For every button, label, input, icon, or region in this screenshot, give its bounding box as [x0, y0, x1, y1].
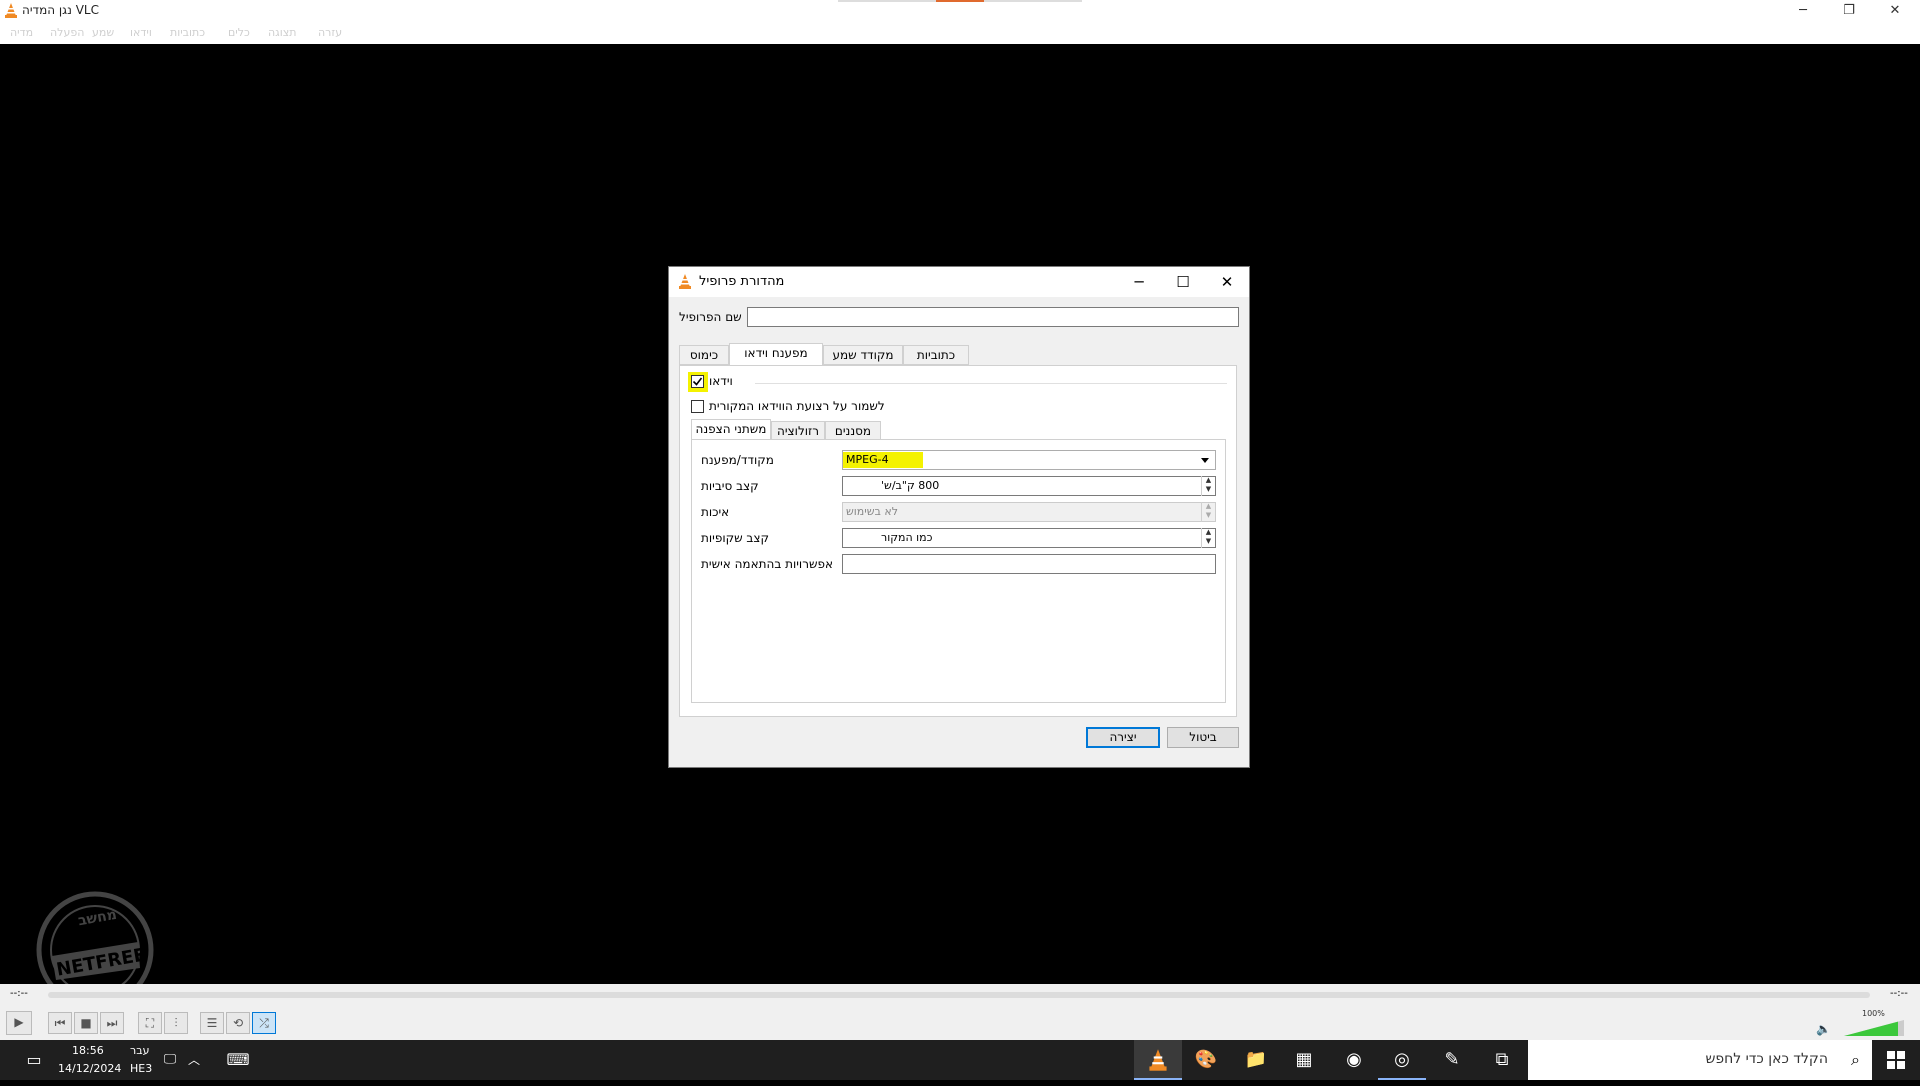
create-button[interactable]: יצירה: [1086, 727, 1160, 748]
vlc-taskbar-icon[interactable]: [1134, 1040, 1182, 1080]
time-total: --:--: [1890, 988, 1908, 999]
bitrate-value: 800 ק"ב/ש': [881, 479, 940, 492]
top-progress-strip: [838, 0, 1082, 2]
close-button[interactable]: ✕: [1872, 0, 1918, 22]
keyboard-icon[interactable]: ⌨: [214, 1040, 262, 1080]
menu-tools[interactable]: כלים: [228, 26, 250, 39]
speaker-icon[interactable]: 🔈: [1816, 1022, 1831, 1036]
dialog-title: מהדורת פרופיל: [699, 274, 785, 289]
cancel-button[interactable]: ביטול: [1167, 727, 1239, 748]
vlc-window-title: נגן המדיה VLC: [22, 3, 99, 17]
vlc-cone-icon: [678, 274, 692, 293]
chrome-icon[interactable]: ◎: [1378, 1040, 1426, 1080]
vlc-cone-icon: [4, 3, 18, 22]
seek-slider[interactable]: [48, 992, 1870, 998]
profile-name-input[interactable]: [747, 307, 1239, 327]
spin-arrows-icon: ▲ ▼: [1201, 502, 1215, 522]
minimize-button[interactable]: ─: [1780, 0, 1826, 22]
loop-button[interactable]: ⟲: [226, 1012, 250, 1034]
extended-settings-button[interactable]: ⫶: [164, 1012, 188, 1034]
group-divider: [755, 383, 1227, 384]
profile-name-label: שם הפרופיל: [679, 310, 742, 324]
subtab-filters[interactable]: מסננים: [825, 421, 881, 441]
language-top[interactable]: עבר: [130, 1044, 149, 1057]
chevron-down-icon: [1201, 458, 1209, 463]
bitrate-label: קצב סיביות: [701, 479, 759, 493]
windows-start-icon[interactable]: [1872, 1040, 1920, 1080]
menu-audio[interactable]: שמע: [92, 26, 114, 39]
profile-edition-dialog: מהדורת פרופיל ─ ☐ ✕ שם הפרופיל כימוס מפע…: [668, 266, 1250, 768]
framerate-value: כמו המקור: [881, 531, 933, 544]
app-icon[interactable]: ✎: [1428, 1040, 1476, 1080]
menu-help[interactable]: עזרה: [318, 26, 342, 39]
menu-view[interactable]: תצוגה: [268, 26, 296, 39]
network-icon[interactable]: 🖵: [158, 1040, 182, 1080]
windows-taskbar: ▭ 18:56 14/12/2024 עבר HE3 🖵 ︿ ⌨ 🎨 📁 ▦ ◉…: [0, 1040, 1920, 1080]
bitrate-spinbox[interactable]: 800 ק"ב/ש' ▲ ▼: [842, 476, 1216, 496]
video-checkbox-label: וידאו: [709, 374, 733, 388]
playback-controls: ▶ ⏮ ■ ⏭ ⛶ ⫶ ☰ ⟲ ⤮ 🔈 100%: [0, 1008, 1920, 1040]
stop-button[interactable]: ■: [74, 1012, 98, 1034]
menu-media[interactable]: מדיה: [10, 26, 33, 39]
spin-arrows-icon[interactable]: ▲ ▼: [1201, 476, 1215, 496]
search-icon: ⌕: [1851, 1050, 1860, 1069]
subtab-resolution[interactable]: רזולוציה: [771, 421, 825, 441]
subtab-encoding-params[interactable]: משתני הצפנה: [691, 419, 771, 441]
custom-options-input[interactable]: [842, 554, 1216, 574]
keep-original-label: לשמור על רצועת הווידאו המקורית: [709, 399, 885, 413]
dialog-minimize-button[interactable]: ─: [1117, 267, 1161, 297]
menu-video[interactable]: וידאו: [130, 26, 152, 39]
language-bottom[interactable]: HE3: [130, 1062, 152, 1075]
codec-value: MPEG-4: [846, 453, 889, 466]
clock-date[interactable]: 14/12/2024: [58, 1062, 121, 1075]
notifications-icon[interactable]: ▭: [10, 1040, 58, 1080]
quality-label: איכות: [701, 505, 730, 519]
spin-arrows-icon[interactable]: ▲ ▼: [1201, 528, 1215, 548]
framerate-label: קצב שקופיות: [701, 531, 770, 545]
framerate-spinbox[interactable]: כמו המקור ▲ ▼: [842, 528, 1216, 548]
tab-encapsulation[interactable]: כימוס: [679, 345, 729, 365]
video-checkbox[interactable]: [691, 375, 704, 388]
tab-audio-codec[interactable]: מקודד שמע: [823, 345, 903, 365]
tab-video-codec[interactable]: מפענח וידאו: [729, 343, 823, 366]
playlist-button[interactable]: ☰: [200, 1012, 224, 1034]
quality-spinbox: לא בשימוש ▲ ▼: [842, 502, 1216, 522]
next-button[interactable]: ⏭: [100, 1012, 124, 1034]
fullscreen-button[interactable]: ⛶: [138, 1012, 162, 1034]
keep-original-checkbox[interactable]: [691, 400, 704, 413]
quality-value: לא בשימוש: [846, 505, 898, 518]
calculator-icon[interactable]: ▦: [1280, 1040, 1328, 1080]
time-elapsed: --:--: [10, 988, 28, 999]
shuffle-button[interactable]: ⤮: [252, 1012, 276, 1034]
menu-playback[interactable]: הפעלה: [50, 26, 84, 39]
dialog-maximize-button[interactable]: ☐: [1161, 267, 1205, 297]
paint-icon[interactable]: 🎨: [1182, 1040, 1230, 1080]
codec-select[interactable]: MPEG-4: [842, 450, 1216, 470]
previous-button[interactable]: ⏮: [48, 1012, 72, 1034]
volume-value: 100%: [1862, 1009, 1885, 1018]
dialog-close-button[interactable]: ✕: [1205, 267, 1249, 297]
edge-icon[interactable]: ◉: [1330, 1040, 1378, 1080]
menu-subtitles[interactable]: כתוביות: [170, 26, 205, 39]
tab-subtitles[interactable]: כתוביות: [903, 345, 969, 365]
play-button[interactable]: ▶: [6, 1011, 32, 1035]
codec-label: מקודד/מפענח: [701, 453, 774, 467]
search-placeholder: הקלד כאן כדי לחפש: [1705, 1051, 1828, 1067]
custom-options-label: אפשרויות בהתאמה אישית: [701, 557, 833, 571]
restore-button[interactable]: ❐: [1826, 0, 1872, 22]
file-explorer-icon[interactable]: 📁: [1232, 1040, 1280, 1080]
dialog-title-bar: מהדורת פרופיל ─ ☐ ✕: [669, 267, 1249, 297]
volume-slider[interactable]: [1844, 1018, 1904, 1036]
task-view-icon[interactable]: ⧉: [1478, 1040, 1526, 1080]
chevron-up-icon[interactable]: ︿: [182, 1040, 206, 1080]
clock-time[interactable]: 18:56: [72, 1044, 104, 1057]
taskbar-search-box[interactable]: ⌕ הקלד כאן כדי לחפש: [1528, 1040, 1872, 1080]
vlc-title-bar: נגן המדיה VLC ─ ❐ ✕: [0, 0, 1920, 22]
menu-bar: מדיה הפעלה שמע וידאו כתוביות כלים תצוגה …: [0, 22, 1920, 44]
